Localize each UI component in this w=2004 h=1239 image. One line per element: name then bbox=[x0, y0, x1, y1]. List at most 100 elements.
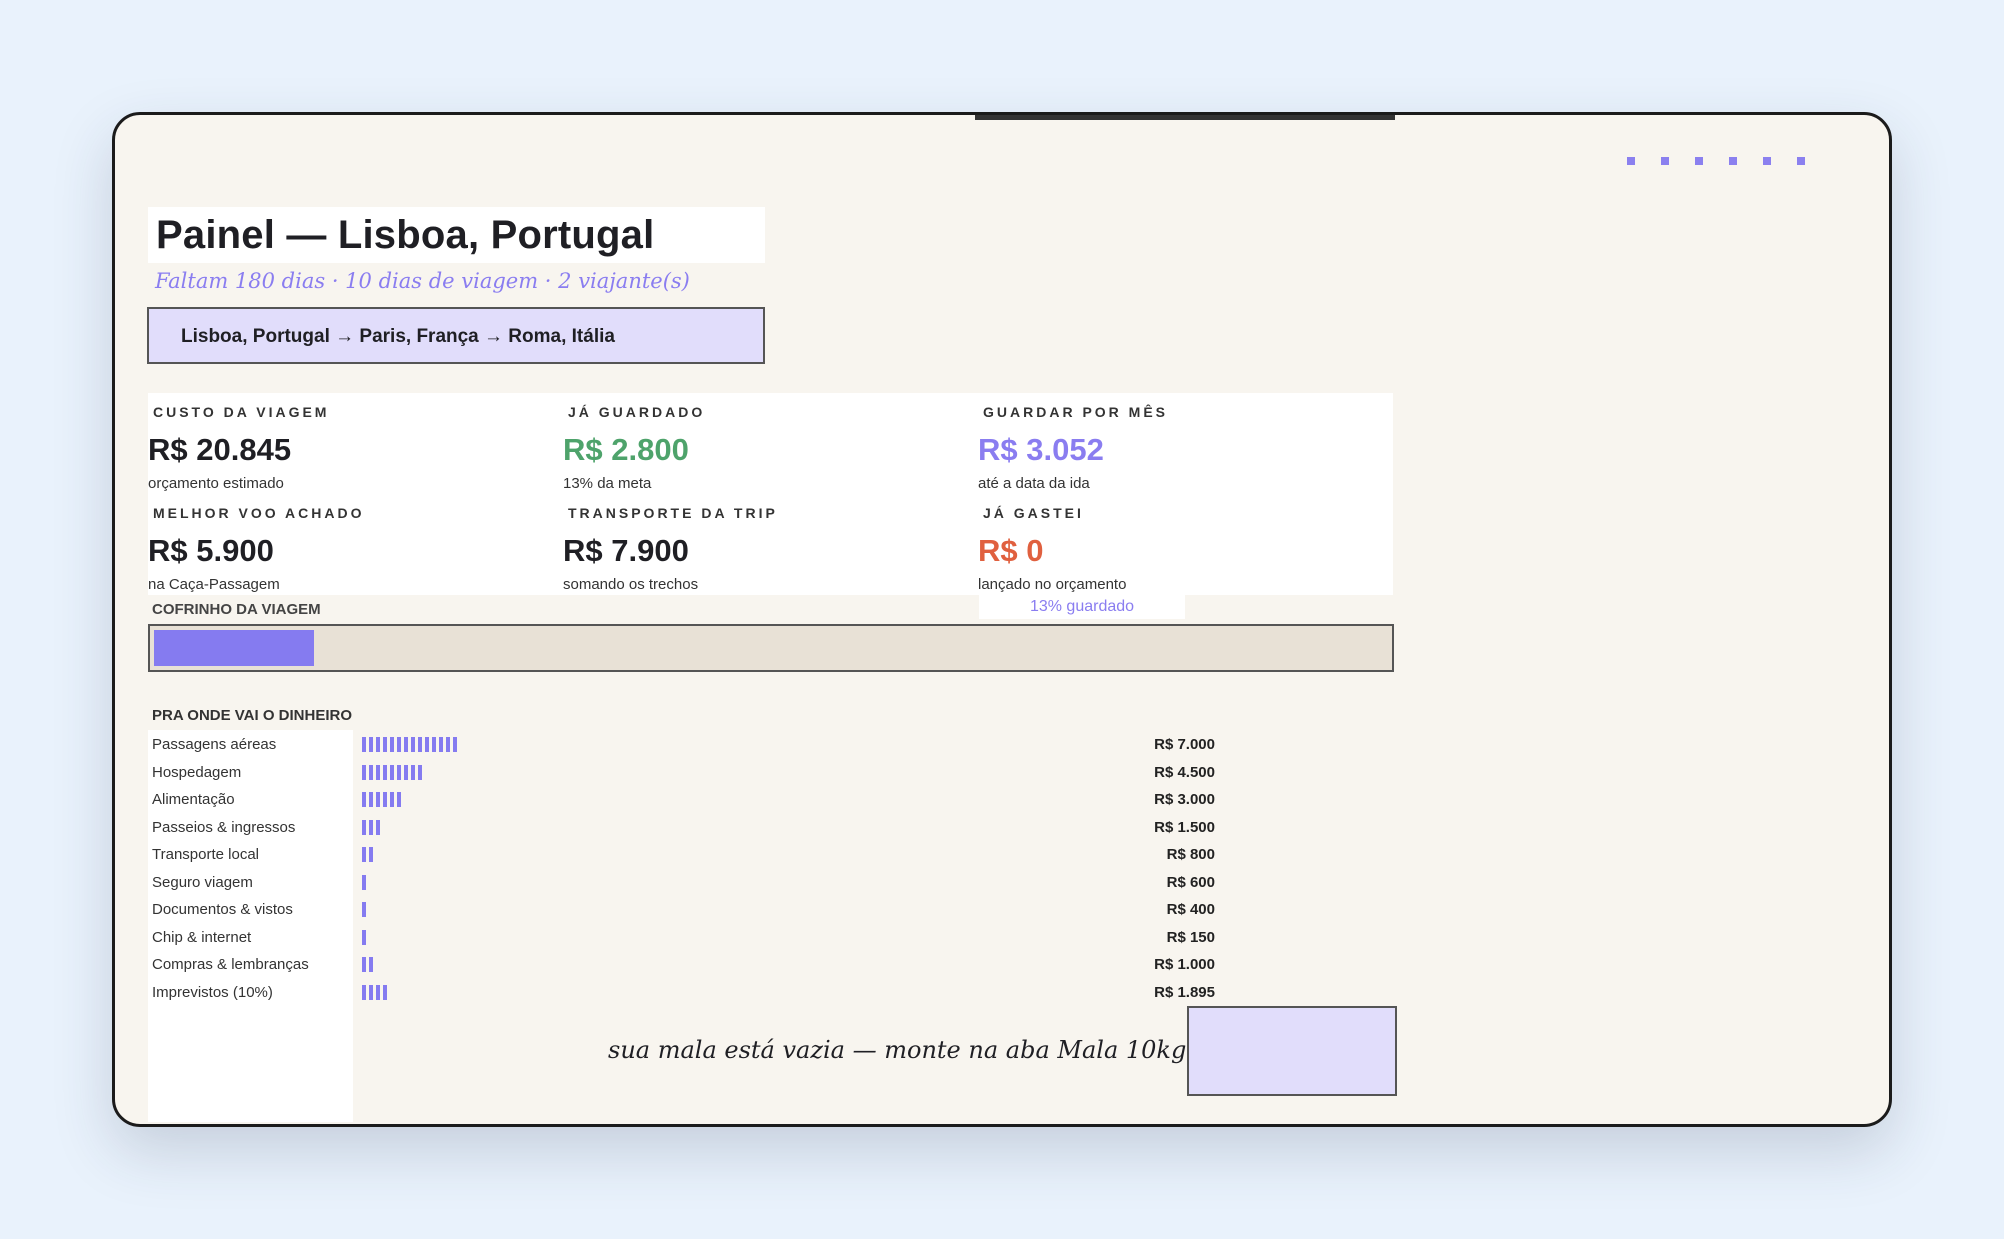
stat-label: GUARDAR POR MÊS bbox=[983, 404, 1169, 420]
category-label: Transporte local bbox=[152, 846, 259, 863]
category-label: Compras & lembranças bbox=[152, 956, 309, 973]
bar-tick bbox=[369, 847, 373, 862]
category-amount: R$ 1.000 bbox=[1154, 956, 1215, 973]
stat-value: R$ 2.800 bbox=[563, 432, 689, 467]
category-amount: R$ 600 bbox=[1166, 873, 1215, 891]
bar-tick bbox=[390, 792, 394, 807]
dot-icon bbox=[1627, 157, 1635, 165]
stat-value: R$ 0 bbox=[978, 533, 1044, 568]
stat-note: lançado no orçamento bbox=[978, 576, 1127, 593]
dashboard-window: Painel — Lisboa, Portugal Faltam 180 dia… bbox=[112, 112, 1892, 1127]
piggy-percent-text: 13% guardado bbox=[1029, 598, 1135, 615]
category-amount: R$ 150 bbox=[1166, 928, 1215, 946]
breakdown-row: Documentos & vistos R$ 400 bbox=[115, 895, 1215, 922]
decorative-dots bbox=[1627, 157, 1805, 165]
title-box: Painel — Lisboa, Portugal bbox=[148, 207, 765, 263]
category-bar bbox=[362, 819, 383, 836]
bar-tick bbox=[418, 737, 422, 752]
bar-tick bbox=[404, 737, 408, 752]
bar-tick bbox=[390, 764, 394, 780]
stat-label: JÁ GASTEI bbox=[983, 505, 1084, 521]
bar-tick bbox=[418, 764, 422, 780]
category-label: Alimentação bbox=[152, 791, 235, 808]
bar-tick bbox=[369, 984, 373, 1000]
dot-icon bbox=[1695, 157, 1703, 165]
stat-label: JÁ GUARDADO bbox=[568, 404, 706, 420]
suitcase-box[interactable] bbox=[1187, 1006, 1397, 1096]
bar-tick bbox=[376, 984, 380, 1000]
stat-label: TRANSPORTE DA TRIP bbox=[568, 505, 778, 521]
bar-tick bbox=[397, 764, 401, 780]
bar-tick bbox=[376, 792, 380, 807]
stat-trip-cost: CUSTO DA VIAGEM R$ 20.845 orçamento esti… bbox=[148, 404, 548, 492]
stat-value: R$ 3.052 bbox=[978, 432, 1104, 467]
bar-tick bbox=[411, 737, 415, 752]
breakdown-title: PRA ONDE VAI O DINHEIRO bbox=[152, 707, 353, 724]
category-bar bbox=[362, 902, 369, 918]
bar-tick bbox=[369, 737, 373, 752]
category-label: Seguro viagem bbox=[152, 873, 253, 891]
stat-transport: TRANSPORTE DA TRIP R$ 7.900 somando os t… bbox=[563, 505, 963, 593]
stat-value: R$ 20.845 bbox=[148, 432, 292, 467]
stat-label: CUSTO DA VIAGEM bbox=[153, 404, 330, 420]
bar-tick bbox=[362, 957, 366, 972]
bar-tick bbox=[425, 737, 429, 752]
piggy-progress-bar bbox=[148, 624, 1394, 672]
category-amount: R$ 4.500 bbox=[1154, 763, 1215, 781]
bar-tick bbox=[404, 764, 408, 780]
bar-tick bbox=[362, 847, 366, 862]
bar-tick bbox=[362, 737, 366, 752]
piggy-percent-badge: 13% guardado bbox=[979, 595, 1185, 619]
category-bar bbox=[362, 957, 376, 973]
category-bar bbox=[362, 847, 376, 863]
bar-tick bbox=[362, 764, 366, 780]
dot-icon bbox=[1661, 157, 1669, 165]
category-bar bbox=[362, 874, 369, 891]
stat-value: R$ 7.900 bbox=[563, 533, 689, 568]
bar-tick bbox=[383, 984, 387, 1000]
bar-tick bbox=[376, 737, 380, 752]
category-label: Imprevistos (10%) bbox=[152, 983, 273, 1001]
bar-tick bbox=[383, 737, 387, 752]
breakdown-row: Compras & lembranças R$ 1.000 bbox=[115, 950, 1215, 977]
page-title: Painel — Lisboa, Portugal bbox=[156, 213, 655, 257]
stat-note: orçamento estimado bbox=[148, 475, 284, 492]
top-tab-indicator bbox=[975, 115, 1395, 120]
category-bar bbox=[362, 764, 425, 781]
breakdown-row: Chip & internet R$ 150 bbox=[115, 923, 1215, 950]
stat-label: MELHOR VOO ACHADO bbox=[153, 505, 365, 521]
category-amount: R$ 3.000 bbox=[1154, 791, 1215, 808]
stat-best-flight: MELHOR VOO ACHADO R$ 5.900 na Caça-Passa… bbox=[148, 505, 548, 593]
breakdown-row: Passagens aéreas R$ 7.000 bbox=[115, 730, 1215, 757]
stat-note: 13% da meta bbox=[563, 475, 652, 492]
breakdown-row: Alimentação R$ 3.000 bbox=[115, 785, 1215, 812]
bar-tick bbox=[369, 792, 373, 807]
stat-saved: JÁ GUARDADO R$ 2.800 13% da meta bbox=[563, 404, 963, 492]
category-bar bbox=[362, 984, 390, 1001]
bar-tick bbox=[432, 737, 436, 752]
bar-tick bbox=[369, 819, 373, 835]
route-text: Lisboa, Portugal → Paris, França → Roma,… bbox=[181, 326, 615, 347]
category-bar bbox=[362, 737, 460, 753]
category-label: Documentos & vistos bbox=[152, 901, 293, 918]
breakdown-row: Imprevistos (10%) R$ 1.895 bbox=[115, 978, 1215, 1005]
category-amount: R$ 800 bbox=[1166, 846, 1215, 863]
stat-value: R$ 5.900 bbox=[148, 533, 274, 568]
bar-tick bbox=[439, 737, 443, 752]
piggy-label: COFRINHO DA VIAGEM bbox=[152, 601, 321, 618]
bar-tick bbox=[453, 737, 457, 752]
empty-suitcase-note: sua mala está vazia — monte na aba Mala … bbox=[608, 1036, 1187, 1064]
route-box: Lisboa, Portugal → Paris, França → Roma,… bbox=[147, 307, 765, 364]
piggy-progress-fill bbox=[154, 630, 314, 666]
trip-subtitle: Faltam 180 dias · 10 dias de viagem · 2 … bbox=[155, 269, 690, 293]
bar-tick bbox=[376, 819, 380, 835]
bar-tick bbox=[397, 737, 401, 752]
stat-save-per-month: GUARDAR POR MÊS R$ 3.052 até a data da i… bbox=[978, 404, 1378, 492]
bar-tick bbox=[411, 764, 415, 780]
category-amount: R$ 400 bbox=[1166, 901, 1215, 918]
bar-tick bbox=[362, 792, 366, 807]
bar-tick bbox=[383, 792, 387, 807]
category-label: Chip & internet bbox=[152, 928, 252, 946]
bar-tick bbox=[362, 874, 366, 890]
category-label: Passeios & ingressos bbox=[152, 818, 296, 836]
